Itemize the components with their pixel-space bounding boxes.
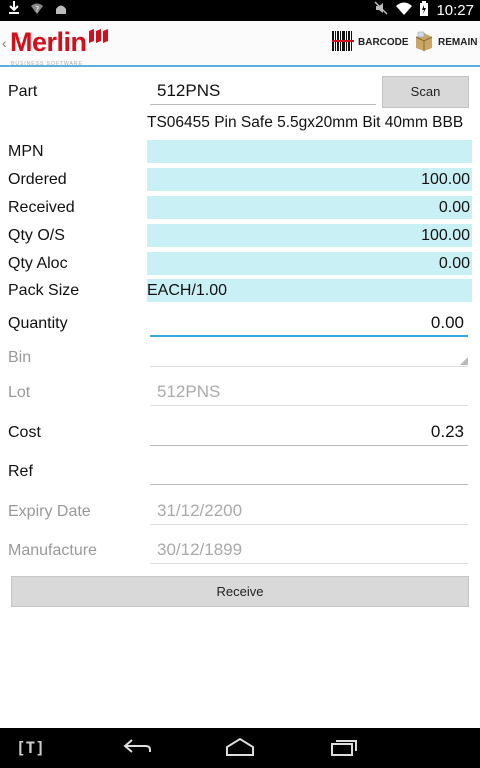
scan-button[interactable]: Scan [382,76,469,108]
logo-tagline: BUSINESS SOFTWARE [11,61,83,67]
part-input[interactable]: 512PNS [150,77,376,105]
recent-apps-icon[interactable] [330,738,358,761]
back-icon[interactable] [122,738,152,761]
svg-text:?: ? [35,5,39,14]
mute-icon [374,1,388,20]
part-label: Part [8,83,38,100]
logo-bars-icon [88,29,110,52]
battery-icon [420,0,429,21]
lot-input[interactable]: 512PNS [150,378,468,406]
part-description: TS06455 Pin Safe 5.5gx20mm Bit 40mm BBB [147,114,464,131]
barcode-label: BARCODE [358,37,409,48]
ordered-label: Ordered [8,171,67,188]
qty-os-label: Qty O/S [8,227,65,244]
wifi-question-icon: ? [30,1,44,20]
t-button[interactable]: [T] [16,738,45,757]
quantity-label: Quantity [8,315,68,332]
received-value: 0.00 [147,196,472,219]
expiry-date-input[interactable]: 31/12/2200 [150,497,468,525]
quantity-input[interactable]: 0.00 [150,309,468,337]
pack-size-label: Pack Size [8,282,80,299]
mpn-label: MPN [8,143,44,160]
merlin-logo[interactable]: Merlin BUSINESS SOFTWARE [10,27,108,67]
bin-label: Bin [8,349,32,366]
up-caret-icon[interactable]: ‹ [2,35,7,51]
nav-bar: [T] [0,728,480,768]
qty-aloc-value: 0.00 [147,252,472,275]
ordered-value: 100.00 [147,168,472,191]
remain-label: REMAIN [438,37,478,48]
ref-input[interactable] [150,457,468,485]
download-icon [8,1,20,20]
remain-button[interactable]: REMAIN [414,31,477,54]
logo-text: Merlin [10,27,87,57]
clock: 10:27 [436,2,474,19]
receive-button[interactable]: Receive [11,576,469,607]
barcode-icon [332,31,354,54]
manufacture-label: Manufacture [8,542,97,559]
bin-select[interactable] [150,339,468,367]
box-icon [414,31,434,54]
cost-label: Cost [8,424,41,441]
manufacture-input[interactable]: 30/12/1899 [150,536,468,564]
cost-input[interactable]: 0.23 [150,418,468,446]
barcode-button[interactable]: BARCODE [332,31,409,54]
expiry-date-label: Expiry Date [8,503,91,520]
bin-underline [150,366,468,367]
dropdown-corner-icon [460,357,468,365]
status-bar: ? 10:27 [0,0,480,21]
received-label: Received [8,199,75,216]
wifi-icon [396,2,413,20]
action-bar: ‹ Merlin BUSINESS SOFTWARE BARCODE REMAI… [0,21,480,67]
mpn-value [147,140,472,163]
android-icon [54,1,68,20]
pack-size-value: EACH/1.00 [147,279,472,302]
ref-label: Ref [8,463,33,480]
lot-label: Lot [8,384,31,401]
home-icon[interactable] [225,737,255,762]
qty-os-value: 100.00 [147,224,472,247]
qty-aloc-label: Qty Aloc [8,255,68,272]
